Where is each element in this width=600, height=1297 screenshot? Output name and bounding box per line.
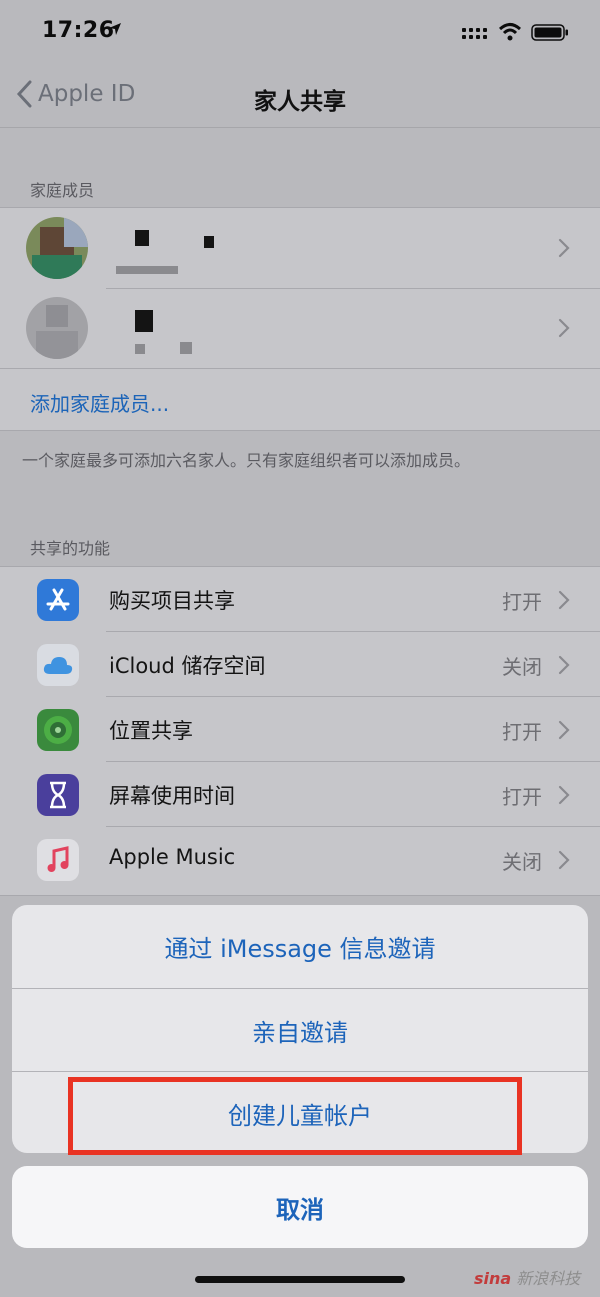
status-time: 17:26 — [42, 18, 115, 43]
icloud-icon — [37, 644, 79, 686]
feature-row-purchase-sharing[interactable]: 购买项目共享 打开 — [0, 567, 600, 632]
family-members-group: 添加家庭成员... — [0, 207, 600, 431]
chevron-right-icon — [558, 590, 570, 610]
feature-label: 屏幕使用时间 — [109, 784, 235, 808]
feature-label: 位置共享 — [109, 719, 193, 743]
cancel-button[interactable]: 取消 — [12, 1166, 588, 1248]
watermark-text: 新浪科技 — [516, 1269, 581, 1288]
feature-status: 打开 — [502, 590, 542, 614]
feature-status: 关闭 — [502, 850, 542, 874]
blurred-name — [135, 310, 153, 332]
navigation-bar: Apple ID 家人共享 — [0, 66, 600, 128]
feature-row-screen-time[interactable]: 屏幕使用时间 打开 — [0, 762, 600, 827]
home-indicator[interactable] — [195, 1276, 405, 1283]
watermark-brand: sina — [474, 1269, 512, 1288]
watermark: sina 新浪科技 — [474, 1265, 580, 1289]
page-title: 家人共享 — [254, 89, 346, 115]
chevron-right-icon — [558, 850, 570, 870]
avatar — [26, 217, 88, 279]
family-sharing-screen: 17:26 Apple ID 家人共享 家庭成员 添加家庭成员... 一个家庭最… — [0, 0, 600, 1297]
feature-label: 购买项目共享 — [109, 589, 235, 613]
member-row[interactable] — [0, 288, 600, 368]
music-icon — [37, 839, 79, 881]
blurred-detail — [180, 342, 192, 354]
chevron-right-icon — [558, 785, 570, 805]
shared-features-group: 购买项目共享 打开 iCloud 储存空间 关闭 位置共享 打开 屏幕使用时间 … — [0, 566, 600, 896]
wifi-icon — [498, 23, 522, 41]
cellular-signal-icon — [462, 28, 487, 39]
invite-in-person-button[interactable]: 亲自邀请 — [12, 989, 588, 1071]
shared-features-header: 共享的功能 — [30, 539, 111, 558]
blurred-name — [204, 236, 214, 248]
feature-row-icloud-storage[interactable]: iCloud 储存空间 关闭 — [0, 632, 600, 697]
highlight-box — [68, 1077, 522, 1155]
chevron-right-icon — [558, 655, 570, 675]
family-members-header: 家庭成员 — [30, 181, 95, 200]
feature-status: 打开 — [502, 720, 542, 744]
feature-label: iCloud 储存空间 — [109, 654, 266, 678]
blurred-detail — [116, 266, 178, 274]
feature-status: 关闭 — [502, 655, 542, 679]
screen-time-icon — [37, 774, 79, 816]
family-footnote: 一个家庭最多可添加六名家人。只有家庭组织者可以添加成员。 — [22, 451, 471, 470]
invite-via-imessage-button[interactable]: 通过 iMessage 信息邀请 — [12, 905, 588, 987]
feature-status: 打开 — [502, 785, 542, 809]
chevron-right-icon — [558, 720, 570, 740]
avatar — [26, 297, 88, 359]
feature-row-location-sharing[interactable]: 位置共享 打开 — [0, 697, 600, 762]
add-family-member-link[interactable]: 添加家庭成员... — [30, 388, 169, 417]
location-arrow-icon — [109, 23, 121, 35]
status-bar: 17:26 — [0, 0, 600, 66]
member-row[interactable] — [0, 208, 600, 288]
battery-icon — [531, 24, 568, 41]
feature-label: Apple Music — [109, 845, 236, 869]
find-my-icon — [37, 709, 79, 751]
blurred-name — [135, 230, 149, 246]
app-store-icon — [37, 579, 79, 621]
divider — [0, 368, 600, 369]
feature-row-apple-music[interactable]: Apple Music 关闭 — [0, 827, 600, 892]
blurred-detail — [135, 344, 145, 354]
chevron-right-icon — [558, 238, 570, 258]
chevron-right-icon — [558, 318, 570, 338]
